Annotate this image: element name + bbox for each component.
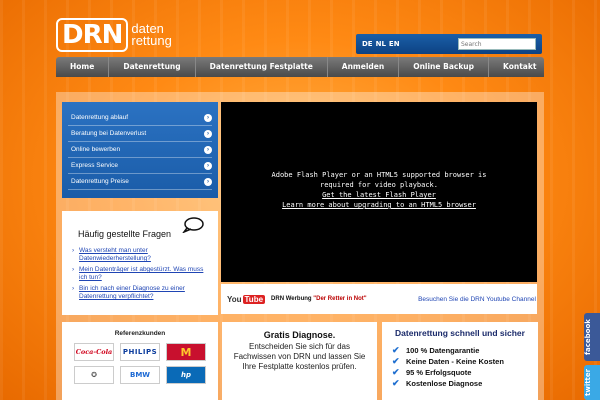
side-item-label: Datenrettung Preise bbox=[71, 178, 129, 185]
benefits-list: ✔ 100 % Datengarantie ✔ Keine Daten - Kein… bbox=[392, 345, 528, 389]
video-caption-quote: "Der Retter in Not" bbox=[313, 296, 367, 302]
logo-mark: DRN bbox=[56, 18, 129, 52]
lang-de[interactable]: DE bbox=[362, 40, 373, 48]
benefit-label: 100 % Datengarantie bbox=[406, 346, 480, 355]
search-input[interactable] bbox=[458, 38, 536, 50]
side-item-label: Datenrettung ablauf bbox=[71, 114, 129, 121]
chevron-right-icon: › bbox=[204, 113, 212, 122]
video-info-bar: You Tube DRN Werbung "Der Retter in Not"… bbox=[221, 284, 537, 314]
speech-bubble-icon bbox=[182, 217, 204, 233]
facebook-tab[interactable]: facebook bbox=[584, 313, 600, 361]
top-bar: DE NL EN bbox=[356, 34, 542, 54]
hp-logo: hp bbox=[166, 366, 206, 384]
mcdonalds-logo: M bbox=[166, 343, 206, 361]
video-message: Adobe Flash Player or an HTML5 supported… bbox=[271, 171, 487, 189]
benefit-label: Kostenlose Diagnose bbox=[406, 379, 483, 388]
diagnosis-text: Entscheiden Sie sich für das Fachwissen … bbox=[233, 342, 366, 371]
lang-en[interactable]: EN bbox=[389, 40, 400, 48]
youtube-logo-you: You bbox=[227, 294, 242, 304]
youtube-logo: You Tube bbox=[227, 294, 266, 304]
references-title: Referenzkunden bbox=[114, 330, 166, 337]
chevron-right-icon: › bbox=[204, 161, 212, 170]
logo-text: daten rettung bbox=[131, 22, 172, 48]
benefits-title: Datenrettung schnell und sicher bbox=[395, 328, 525, 338]
youtube-channel-link[interactable]: Besuchen Sie die DRN Youtube Channel bbox=[417, 295, 537, 304]
faq-link-3[interactable]: Bin ich nach einer Diagnose zu einer Dat… bbox=[72, 285, 208, 301]
flash-player-link[interactable]: Get the latest Flash Player bbox=[221, 190, 537, 200]
faq-link-1[interactable]: Was versteht man unter Datenwiederherste… bbox=[72, 247, 208, 263]
checkmark-icon: ✔ bbox=[392, 378, 400, 388]
benefits-box: Datenrettung schnell und sicher ✔ 100 % D… bbox=[382, 322, 538, 400]
nav-datenrettung[interactable]: Datenrettung bbox=[109, 57, 196, 77]
logo[interactable]: DRN daten rettung bbox=[56, 18, 172, 52]
logo-line-2: rettung bbox=[131, 33, 172, 48]
benefit-item: ✔ Keine Daten - Keine Kosten bbox=[392, 356, 528, 367]
faq-list: Was versteht man unter Datenwiederherste… bbox=[72, 247, 208, 301]
nav-festplatte[interactable]: Datenrettung Festplatte bbox=[196, 57, 328, 77]
mercedes-logo: ✪ bbox=[74, 366, 114, 384]
lang-nl[interactable]: NL bbox=[376, 40, 386, 48]
side-menu: Datenrettung ablauf › Beratung bei Daten… bbox=[62, 102, 218, 198]
benefit-item: ✔ Kostenlose Diagnose bbox=[392, 378, 528, 389]
checkmark-icon: ✔ bbox=[392, 367, 400, 377]
benefit-label: Keine Daten - Keine Kosten bbox=[406, 357, 504, 366]
diagnosis-title: Gratis Diagnose. bbox=[263, 330, 336, 340]
side-item-bewerben[interactable]: Online bewerben › bbox=[68, 142, 212, 158]
benefit-item: ✔ 100 % Datengarantie bbox=[392, 345, 528, 356]
main-nav: Home Datenrettung Datenrettung Festplatt… bbox=[56, 57, 544, 77]
side-item-label: Online bewerben bbox=[71, 146, 121, 153]
benefit-label: 95 % Erfolgsquote bbox=[406, 368, 472, 377]
video-caption: DRN Werbung "Der Retter in Not" bbox=[271, 296, 367, 302]
side-item-label: Beratung bei Datenverlust bbox=[71, 130, 147, 137]
video-player[interactable]: Adobe Flash Player or an HTML5 supported… bbox=[221, 102, 537, 282]
chevron-right-icon: › bbox=[204, 129, 212, 138]
benefit-item: ✔ 95 % Erfolgsquote bbox=[392, 367, 528, 378]
checkmark-icon: ✔ bbox=[392, 356, 400, 366]
side-item-ablauf[interactable]: Datenrettung ablauf › bbox=[68, 110, 212, 126]
checkmark-icon: ✔ bbox=[392, 345, 400, 355]
side-item-label: Express Service bbox=[71, 162, 118, 169]
diagnosis-box: Gratis Diagnose. Entscheiden Sie sich fü… bbox=[222, 322, 377, 400]
nav-home[interactable]: Home bbox=[56, 57, 110, 77]
side-item-preise[interactable]: Datenrettung Preise › bbox=[68, 174, 212, 190]
philips-logo: PHILIPS bbox=[120, 343, 160, 361]
coca-cola-logo: Coca-Cola bbox=[74, 343, 114, 361]
nav-kontakt[interactable]: Kontakt bbox=[489, 57, 550, 77]
twitter-tab[interactable]: twitter bbox=[584, 365, 600, 400]
video-caption-prefix: DRN Werbung bbox=[271, 296, 314, 302]
nav-anmelden[interactable]: Anmelden bbox=[328, 57, 400, 77]
youtube-logo-tube: Tube bbox=[242, 294, 266, 304]
faq-link-2[interactable]: Mein Datenträger ist abgestürzt. Was mus… bbox=[72, 266, 208, 282]
chevron-right-icon: › bbox=[204, 177, 212, 186]
chevron-right-icon: › bbox=[204, 145, 212, 154]
references-box: Referenzkunden Coca-Cola PHILIPS M ✪ BMW… bbox=[62, 322, 218, 400]
references-grid: Coca-Cola PHILIPS M ✪ BMW hp bbox=[74, 343, 218, 384]
bmw-logo: BMW bbox=[120, 366, 160, 384]
nav-online-backup[interactable]: Online Backup bbox=[399, 57, 490, 77]
faq-box: Häufig gestellte Fragen Was versteht man… bbox=[62, 211, 218, 315]
side-item-beratung[interactable]: Beratung bei Datenverlust › bbox=[68, 126, 212, 142]
side-item-express[interactable]: Express Service › bbox=[68, 158, 212, 174]
html5-upgrade-link[interactable]: Learn more about upgrading to an HTML5 b… bbox=[221, 200, 537, 210]
